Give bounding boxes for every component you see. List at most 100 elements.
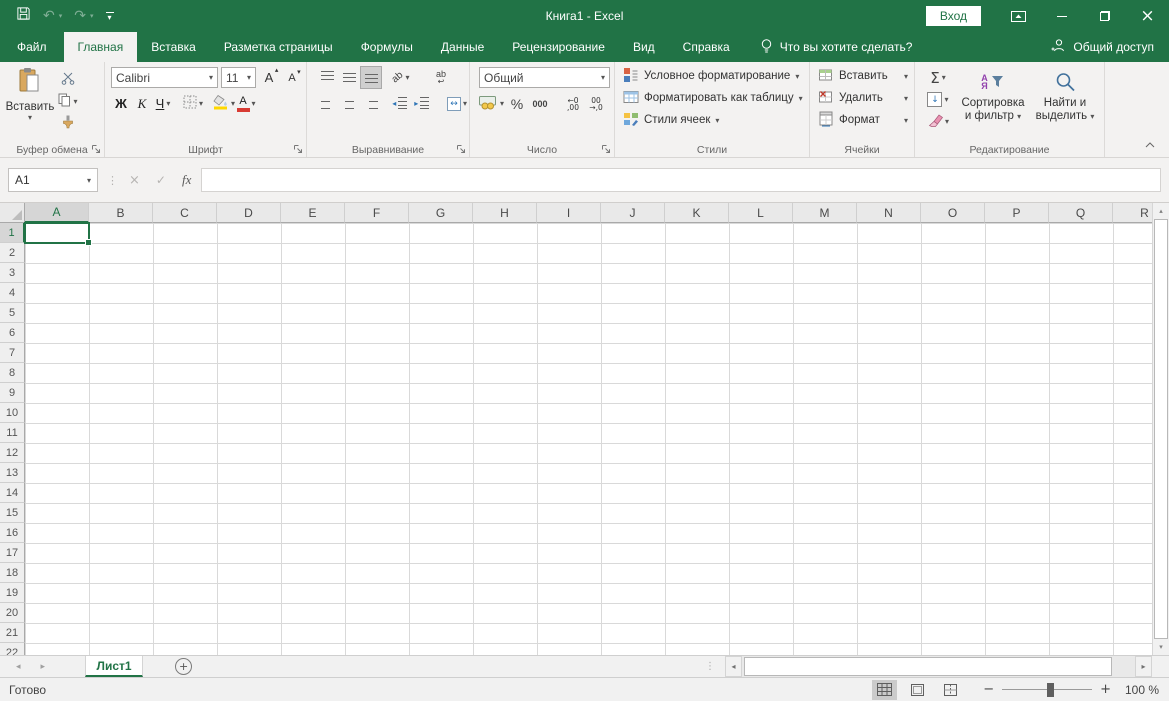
column-header-F[interactable]: F	[345, 203, 409, 223]
copy-button[interactable]: ▾	[58, 91, 78, 112]
enter-icon[interactable]: ✓	[156, 173, 166, 187]
format-painter-button[interactable]	[58, 113, 78, 134]
column-header-J[interactable]: J	[601, 203, 665, 223]
column-header-E[interactable]: E	[281, 203, 345, 223]
align-middle-button[interactable]	[339, 67, 359, 88]
format-cells-button[interactable]: Формат ▾	[814, 109, 912, 131]
row-header-17[interactable]: 17	[0, 543, 25, 563]
find-select-button[interactable]: Найти и выделить ▾	[1029, 65, 1101, 141]
column-header-D[interactable]: D	[217, 203, 281, 223]
collapse-ribbon-icon[interactable]	[1145, 139, 1155, 151]
column-header-B[interactable]: B	[89, 203, 153, 223]
column-header-A[interactable]: A	[25, 203, 89, 223]
tab-Разметка страницы[interactable]: Разметка страницы	[210, 32, 347, 62]
zoom-in-icon[interactable]: +	[1100, 682, 1111, 697]
column-header-M[interactable]: M	[793, 203, 857, 223]
column-header-Q[interactable]: Q	[1049, 203, 1113, 223]
column-header-I[interactable]: I	[537, 203, 601, 223]
column-header-H[interactable]: H	[473, 203, 537, 223]
paste-button[interactable]: Вставить ▾	[4, 65, 56, 141]
tab-Вставка[interactable]: Вставка	[137, 32, 210, 62]
zoom-slider-thumb[interactable]	[1047, 683, 1054, 697]
percent-style-button[interactable]: %	[507, 93, 527, 114]
font-name-combo[interactable]: Calibri ▾	[111, 67, 218, 88]
italic-button[interactable]: К	[132, 93, 152, 114]
scroll-left-icon[interactable]: ◂	[725, 656, 742, 677]
restore-button[interactable]	[1083, 0, 1126, 32]
formula-input[interactable]	[201, 168, 1161, 192]
tab-Справка[interactable]: Справка	[669, 32, 744, 62]
tell-me-box[interactable]: Что вы хотите сделать?	[746, 32, 927, 62]
row-header-6[interactable]: 6	[0, 323, 25, 343]
bold-button[interactable]: Ж	[111, 93, 131, 114]
underline-button[interactable]: Ч▾	[153, 93, 173, 114]
align-bottom-button[interactable]	[361, 67, 381, 88]
tab-Формулы[interactable]: Формулы	[347, 32, 427, 62]
row-header-18[interactable]: 18	[0, 563, 25, 583]
select-all-button[interactable]	[0, 203, 25, 223]
insert-function-icon[interactable]: fx	[182, 172, 191, 188]
row-header-14[interactable]: 14	[0, 483, 25, 503]
comma-style-button[interactable]: 000	[530, 93, 550, 114]
sign-in-button[interactable]: Вход	[926, 6, 981, 26]
column-header-L[interactable]: L	[729, 203, 793, 223]
delete-cells-button[interactable]: Удалить ▾	[814, 87, 912, 109]
font-size-combo[interactable]: 11 ▾	[221, 67, 256, 88]
undo-icon[interactable]: ↶	[43, 8, 55, 24]
horizontal-scrollbar-track[interactable]	[742, 656, 1135, 677]
scroll-up-icon[interactable]: ▴	[1153, 203, 1169, 219]
align-top-button[interactable]	[317, 67, 337, 88]
tab-Данные[interactable]: Данные	[427, 32, 498, 62]
row-header-21[interactable]: 21	[0, 623, 25, 643]
scroll-down-icon[interactable]: ▾	[1153, 639, 1169, 655]
zoom-out-icon[interactable]: −	[983, 682, 994, 697]
fill-button[interactable]: ↓▾	[919, 89, 957, 110]
merge-center-button[interactable]: ↔ ▾	[447, 93, 467, 114]
row-header-15[interactable]: 15	[0, 503, 25, 523]
vertical-scrollbar[interactable]: ▴ ▾	[1152, 203, 1169, 655]
wrap-text-button[interactable]: ab↩	[431, 67, 451, 88]
column-header-P[interactable]: P	[985, 203, 1049, 223]
ribbon-display-options-icon[interactable]	[997, 0, 1040, 32]
row-header-2[interactable]: 2	[0, 243, 25, 263]
row-header-19[interactable]: 19	[0, 583, 25, 603]
sheetbar-splitter[interactable]: ⋮	[705, 661, 715, 672]
save-icon[interactable]	[16, 6, 31, 26]
number-format-combo[interactable]: Общий ▾	[479, 67, 610, 88]
horizontal-scrollbar-thumb[interactable]	[744, 657, 1112, 676]
tab-Вид[interactable]: Вид	[619, 32, 669, 62]
new-sheet-button[interactable]: +	[175, 658, 192, 675]
row-header-5[interactable]: 5	[0, 303, 25, 323]
conditional-formatting-button[interactable]: Условное форматирование ▾	[619, 65, 807, 87]
accounting-format-button[interactable]: ▾	[479, 93, 504, 114]
row-header-12[interactable]: 12	[0, 443, 25, 463]
column-header-G[interactable]: G	[409, 203, 473, 223]
align-right-button[interactable]	[361, 93, 381, 114]
row-header-1[interactable]: 1	[0, 223, 25, 243]
undo-dropdown-icon[interactable]: ▾	[59, 12, 63, 20]
increase-decimal-button[interactable]: ←0,00	[563, 93, 583, 114]
sheet-tab-active[interactable]: Лист1	[85, 656, 143, 677]
column-header-K[interactable]: K	[665, 203, 729, 223]
align-center-button[interactable]	[339, 93, 359, 114]
redo-dropdown-icon[interactable]: ▾	[90, 12, 94, 20]
sort-filter-button[interactable]: АЯ Сортировка и фильтр ▾	[957, 65, 1029, 141]
row-header-20[interactable]: 20	[0, 603, 25, 623]
page-break-view-button[interactable]	[938, 680, 963, 700]
align-left-button[interactable]	[317, 93, 337, 114]
redo-icon[interactable]: ↷	[74, 8, 86, 24]
tab-Главная[interactable]: Главная	[64, 32, 138, 62]
zoom-slider[interactable]	[1002, 683, 1092, 697]
cancel-icon[interactable]: ×	[129, 173, 140, 188]
zoom-level-label[interactable]: 100 %	[1119, 683, 1159, 697]
format-as-table-button[interactable]: Форматировать как таблицу ▾	[619, 87, 807, 109]
tab-file[interactable]: Файл	[0, 32, 64, 62]
cell-styles-button[interactable]: Стили ячеек ▾	[619, 109, 807, 131]
row-header-8[interactable]: 8	[0, 363, 25, 383]
vertical-scrollbar-thumb[interactable]	[1154, 219, 1168, 639]
cut-button[interactable]	[58, 69, 78, 90]
row-header-13[interactable]: 13	[0, 463, 25, 483]
column-header-C[interactable]: C	[153, 203, 217, 223]
selected-cell[interactable]	[24, 222, 90, 244]
normal-view-button[interactable]	[872, 680, 897, 700]
